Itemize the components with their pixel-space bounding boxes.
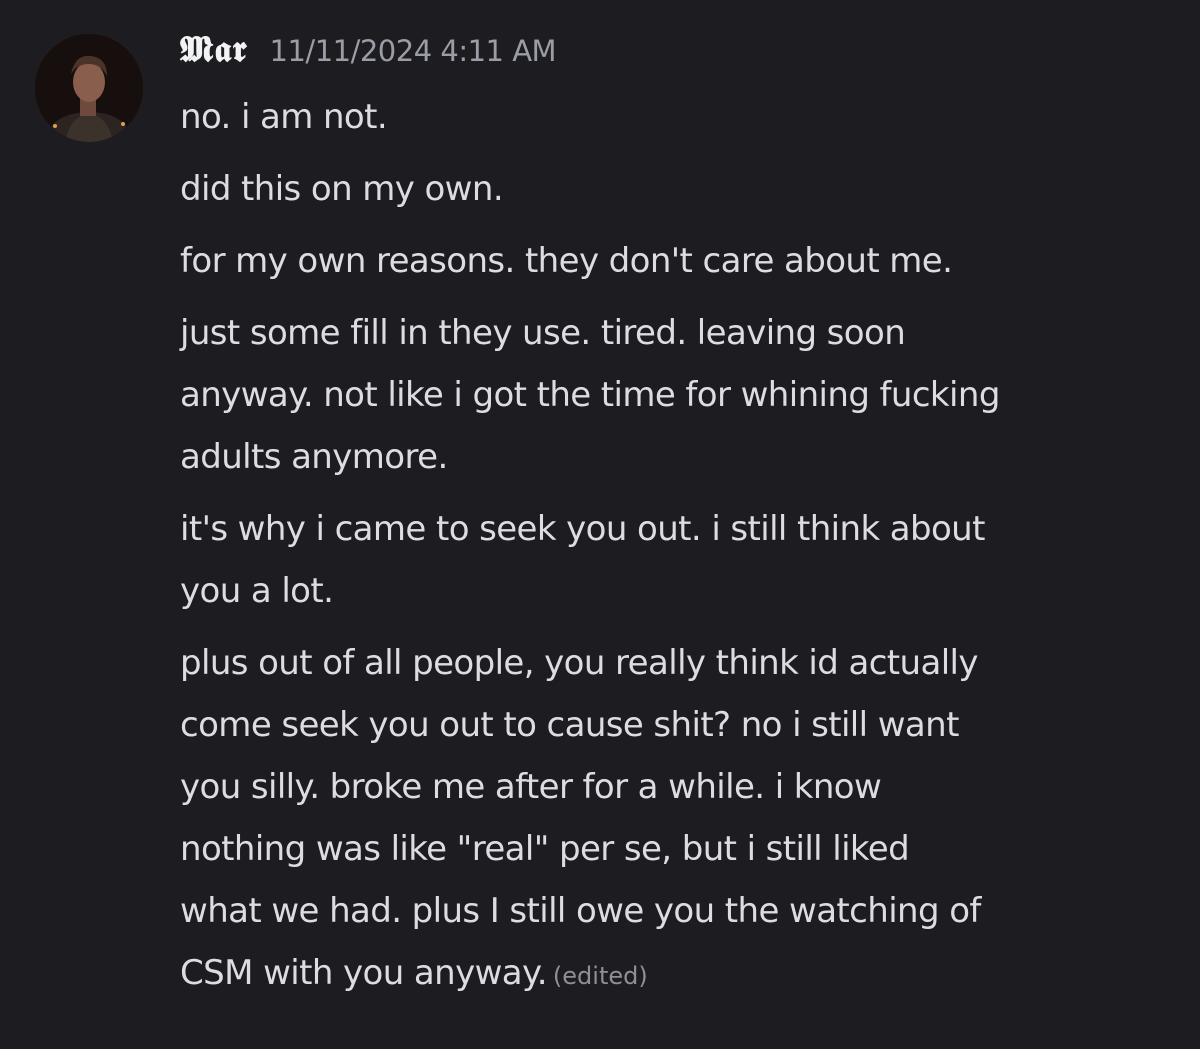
message-line: no. i am not. (180, 97, 388, 137)
message-line-text: CSM with you anyway. (180, 953, 548, 993)
message-paragraph: did this on my own. (180, 158, 1185, 220)
message-line: just some fill in they use. tired. leavi… (180, 313, 906, 353)
avatar-portrait-icon (35, 34, 143, 142)
edited-label: (edited) (552, 962, 648, 990)
message-line: for my own reasons. they don't care abou… (180, 241, 953, 281)
message-paragraph: just some fill in they use. tired. leavi… (180, 302, 1185, 488)
username[interactable]: 𝕸𝖆𝖗 (180, 28, 248, 71)
message-content: 𝕸𝖆𝖗 11/11/2024 4:11 AM no. i am not. did… (180, 28, 1185, 1017)
message-line: anyway. not like i got the time for whin… (180, 375, 1000, 415)
message-paragraph: for my own reasons. they don't care abou… (180, 230, 1185, 292)
message-line: it's why i came to seek you out. i still… (180, 509, 985, 549)
message-paragraph: it's why i came to seek you out. i still… (180, 498, 1185, 622)
message-line: you silly. broke me after for a while. i… (180, 767, 882, 807)
message-line: you a lot. (180, 571, 334, 611)
message-line: nothing was like "real" per se, but i st… (180, 829, 910, 869)
message-line: plus out of all people, you really think… (180, 643, 979, 683)
message-paragraph: plus out of all people, you really think… (180, 632, 1185, 1007)
message-header: 𝕸𝖆𝖗 11/11/2024 4:11 AM (180, 28, 1185, 86)
message-line: come seek you out to cause shit? no i st… (180, 705, 959, 745)
chat-message: 𝕸𝖆𝖗 11/11/2024 4:11 AM no. i am not. did… (0, 0, 1200, 1049)
message-line: what we had. plus I still owe you the wa… (180, 891, 981, 931)
message-paragraph: no. i am not. (180, 86, 1185, 148)
avatar[interactable] (35, 34, 143, 142)
message-line-last: CSM with you anyway. (edited) (180, 942, 1185, 1007)
timestamp[interactable]: 11/11/2024 4:11 AM (270, 34, 557, 68)
message-line: did this on my own. (180, 169, 504, 209)
message-line: adults anymore. (180, 437, 448, 477)
